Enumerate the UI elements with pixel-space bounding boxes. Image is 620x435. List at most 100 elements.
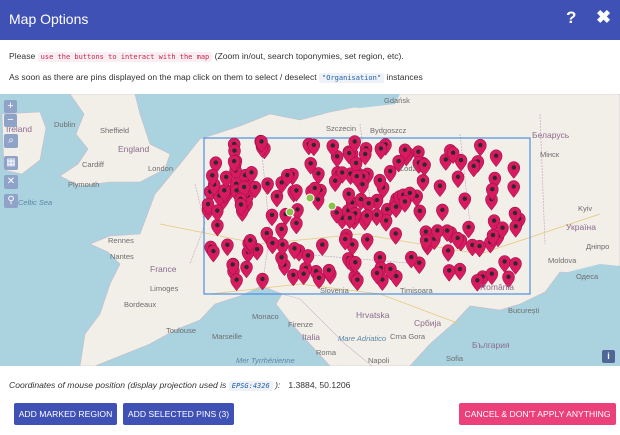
coordinates-label: ): — [272, 380, 281, 390]
map-pin-dot — [462, 196, 467, 201]
map-label: France — [150, 264, 177, 274]
map-pin-dot — [311, 142, 316, 148]
map-label: Napoli — [368, 356, 390, 365]
map-label: Toulouse — [166, 326, 197, 335]
map-pin-dot — [352, 139, 357, 144]
map-pin-dot — [343, 236, 348, 242]
map-pin-dot — [308, 161, 313, 166]
map-pin-dot — [340, 170, 345, 175]
map-pin-dot — [241, 184, 247, 190]
map-label: Marseille — [212, 332, 243, 341]
info-icon[interactable]: i — [602, 350, 615, 363]
coordinates-readout: Coordinates of mouse position (display p… — [9, 380, 351, 391]
selected-pin[interactable] — [305, 193, 315, 203]
map-pin-dot — [471, 163, 476, 169]
map-pin-dot — [234, 188, 239, 193]
close-icon[interactable]: ✖ — [596, 7, 611, 28]
map-pin-dot — [330, 143, 335, 148]
add-marked-region-button[interactable]: ADD MARKED REGION — [14, 403, 117, 425]
map-pin-dot — [305, 253, 311, 258]
map-pin-dot — [396, 158, 401, 164]
map-pin-dot — [265, 181, 270, 186]
map-pin-dot — [416, 149, 421, 154]
selected-pin[interactable] — [285, 207, 295, 217]
map-pin-dot — [450, 150, 456, 155]
map-pin-dot — [334, 210, 339, 215]
map-pin-dot — [513, 261, 518, 266]
pin-marker-icon[interactable]: ⚲ — [4, 194, 18, 208]
map-viewport[interactable]: Ireland Dublin Sheffield England Cardiff… — [0, 94, 620, 366]
map-pin-dot — [215, 208, 220, 213]
map-label: Bydgoszcz — [370, 126, 407, 135]
map-pin-dot — [402, 147, 408, 152]
map-pin-dot — [502, 259, 507, 264]
select-region-icon[interactable]: ▦ — [4, 156, 18, 170]
map-label: London — [148, 164, 174, 173]
map-pin-dot — [353, 260, 358, 265]
map-pin-dot — [213, 160, 218, 165]
map-pin-dot — [244, 264, 249, 270]
map-pin-dot — [423, 229, 429, 234]
map-label: Monaco — [252, 312, 279, 321]
map-pin-dot — [445, 228, 450, 233]
map-pin-dot — [437, 183, 443, 188]
map-pin-dot — [374, 197, 380, 203]
map-pin-dot — [402, 199, 408, 204]
map-label: Limoges — [150, 284, 179, 293]
coordinates-value: 1.3884, 50.1206 — [288, 380, 351, 390]
map-label: Cardiff — [82, 160, 104, 169]
map-pin-dot — [457, 266, 463, 272]
selected-pin[interactable] — [327, 201, 337, 211]
map-pin-dot — [205, 201, 211, 207]
map-pin-dot — [260, 276, 265, 282]
map-pin-dot — [292, 246, 297, 251]
instruction-code: use the buttons to interact with the map — [37, 52, 213, 62]
map-label: Dublin — [54, 120, 76, 129]
map-pin-dot — [211, 248, 216, 254]
cancel-button[interactable]: CANCEL & DON'T APPLY ANYTHING — [459, 403, 616, 425]
map-pin-dot — [285, 172, 290, 178]
search-icon[interactable]: ⌕ — [4, 134, 18, 148]
map-pin-dot — [259, 139, 264, 144]
entity-type-code: "Organisation" — [319, 73, 385, 83]
help-icon[interactable]: ? — [566, 8, 576, 28]
map-pin-dot — [355, 277, 360, 282]
map-label: Moldova — [548, 256, 577, 265]
map-label: Rennes — [108, 236, 134, 245]
map-pin-dot — [420, 178, 426, 183]
map-label: Gdańsk — [384, 96, 410, 105]
map-pin-dot — [249, 170, 254, 175]
map-pin-dot — [320, 242, 325, 247]
map-pin-dot — [360, 182, 365, 187]
map-pin-dot — [224, 174, 229, 180]
instruction-text: Please — [9, 51, 38, 61]
map-label: Celtic Sea — [18, 198, 53, 207]
zoom-out-button[interactable]: − — [4, 114, 17, 127]
map-pin-dot — [334, 154, 340, 159]
map-pin-dot — [232, 148, 237, 153]
map-pin-dot — [378, 146, 384, 151]
map-pin-dot — [417, 260, 422, 265]
add-selected-pins-button[interactable]: ADD SELECTED PINS (3) — [123, 403, 234, 425]
map-label: Дніпро — [586, 242, 610, 251]
map-label: Kyiv — [578, 204, 593, 213]
map-pin-dot — [354, 174, 359, 179]
map-pin-dot — [374, 212, 379, 217]
map-pin-dot — [435, 228, 440, 233]
map-pin-dot — [363, 151, 368, 157]
map-pin-dot — [254, 247, 260, 252]
map-label: Bordeaux — [124, 300, 157, 309]
map-pin-dot — [492, 175, 497, 181]
map-pin-dot — [358, 196, 364, 202]
instruction-text: instances — [384, 72, 423, 82]
map-pin-dot — [374, 270, 380, 276]
clear-selection-icon[interactable]: ✕ — [4, 175, 18, 189]
map-pin-dot — [270, 240, 275, 246]
map-pin-dot — [279, 226, 284, 232]
map-pin-dot — [383, 218, 389, 223]
map-pin-dot — [475, 278, 480, 283]
map-label: Sheffield — [100, 126, 130, 135]
zoom-in-button[interactable]: + — [4, 100, 17, 113]
map-pin-dot — [294, 220, 299, 226]
map-pin-dot — [312, 185, 317, 191]
